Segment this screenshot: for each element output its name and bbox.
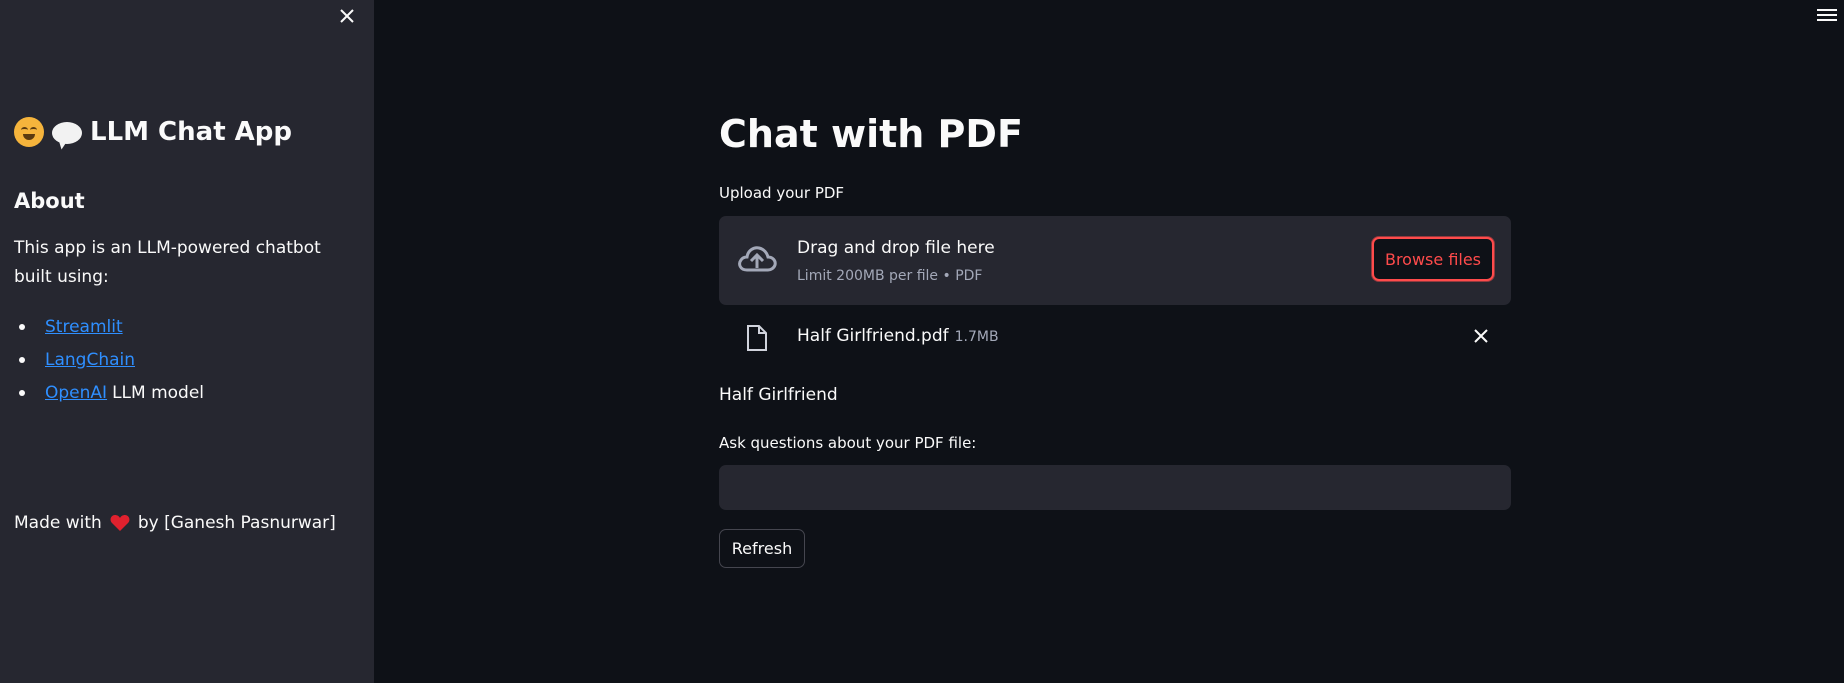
about-heading: About (14, 189, 85, 213)
uploaded-file-name: Half Girlfriend.pdf 1.7MB (797, 326, 999, 346)
bullet-icon (19, 323, 25, 330)
dropzone-limit: Limit 200MB per file • PDF (797, 268, 983, 284)
sidebar-title-text: LLM Chat App (90, 117, 293, 147)
file-name-text: Half Girlfriend.pdf (797, 326, 949, 346)
remove-file-icon[interactable] (1473, 328, 1489, 344)
heart-icon (110, 514, 130, 532)
openai-link[interactable]: OpenAI (45, 383, 107, 403)
openai-suffix: LLM model (112, 382, 205, 403)
cloud-upload-icon (736, 242, 778, 278)
file-size: 1.7MB (954, 329, 999, 345)
question-input[interactable] (719, 465, 1511, 510)
bullet-icon (19, 389, 25, 396)
file-dropzone[interactable]: Drag and drop file here Limit 200MB per … (719, 216, 1511, 305)
file-icon (745, 324, 769, 352)
page-title: Chat with PDF (719, 112, 1023, 156)
sidebar: LLM Chat App About This app is an LLM-po… (0, 0, 374, 683)
langchain-link[interactable]: LangChain (45, 350, 135, 370)
refresh-button[interactable]: Refresh (719, 529, 805, 568)
list-item: Streamlit (14, 310, 204, 343)
dropzone-text: Drag and drop file here (797, 238, 995, 258)
hugging-face-icon (14, 117, 44, 147)
made-with-prefix: Made with (14, 513, 102, 533)
list-item: LangChain (14, 343, 204, 376)
uploaded-file-row: Half Girlfriend.pdf 1.7MB (719, 318, 1511, 354)
made-with-suffix: by [Ganesh Pasnurwar] (137, 513, 336, 533)
about-description: This app is an LLM-powered chatbot built… (14, 238, 321, 287)
speech-bubble-icon (52, 122, 82, 144)
pdf-title: Half Girlfriend (719, 385, 838, 405)
close-icon[interactable] (335, 4, 359, 28)
tech-list: Streamlit LangChain OpenAI LLM model (14, 310, 204, 409)
made-with-credit: Made with by [Ganesh Pasnurwar] (14, 513, 336, 533)
sidebar-title: LLM Chat App (14, 117, 292, 147)
upload-label: Upload your PDF (719, 184, 845, 202)
bullet-icon (19, 356, 25, 363)
streamlit-link[interactable]: Streamlit (45, 317, 123, 337)
browse-files-button[interactable]: Browse files (1372, 237, 1494, 281)
menu-icon[interactable] (1817, 6, 1837, 24)
list-item: OpenAI LLM model (14, 376, 204, 409)
question-label: Ask questions about your PDF file: (719, 434, 977, 452)
